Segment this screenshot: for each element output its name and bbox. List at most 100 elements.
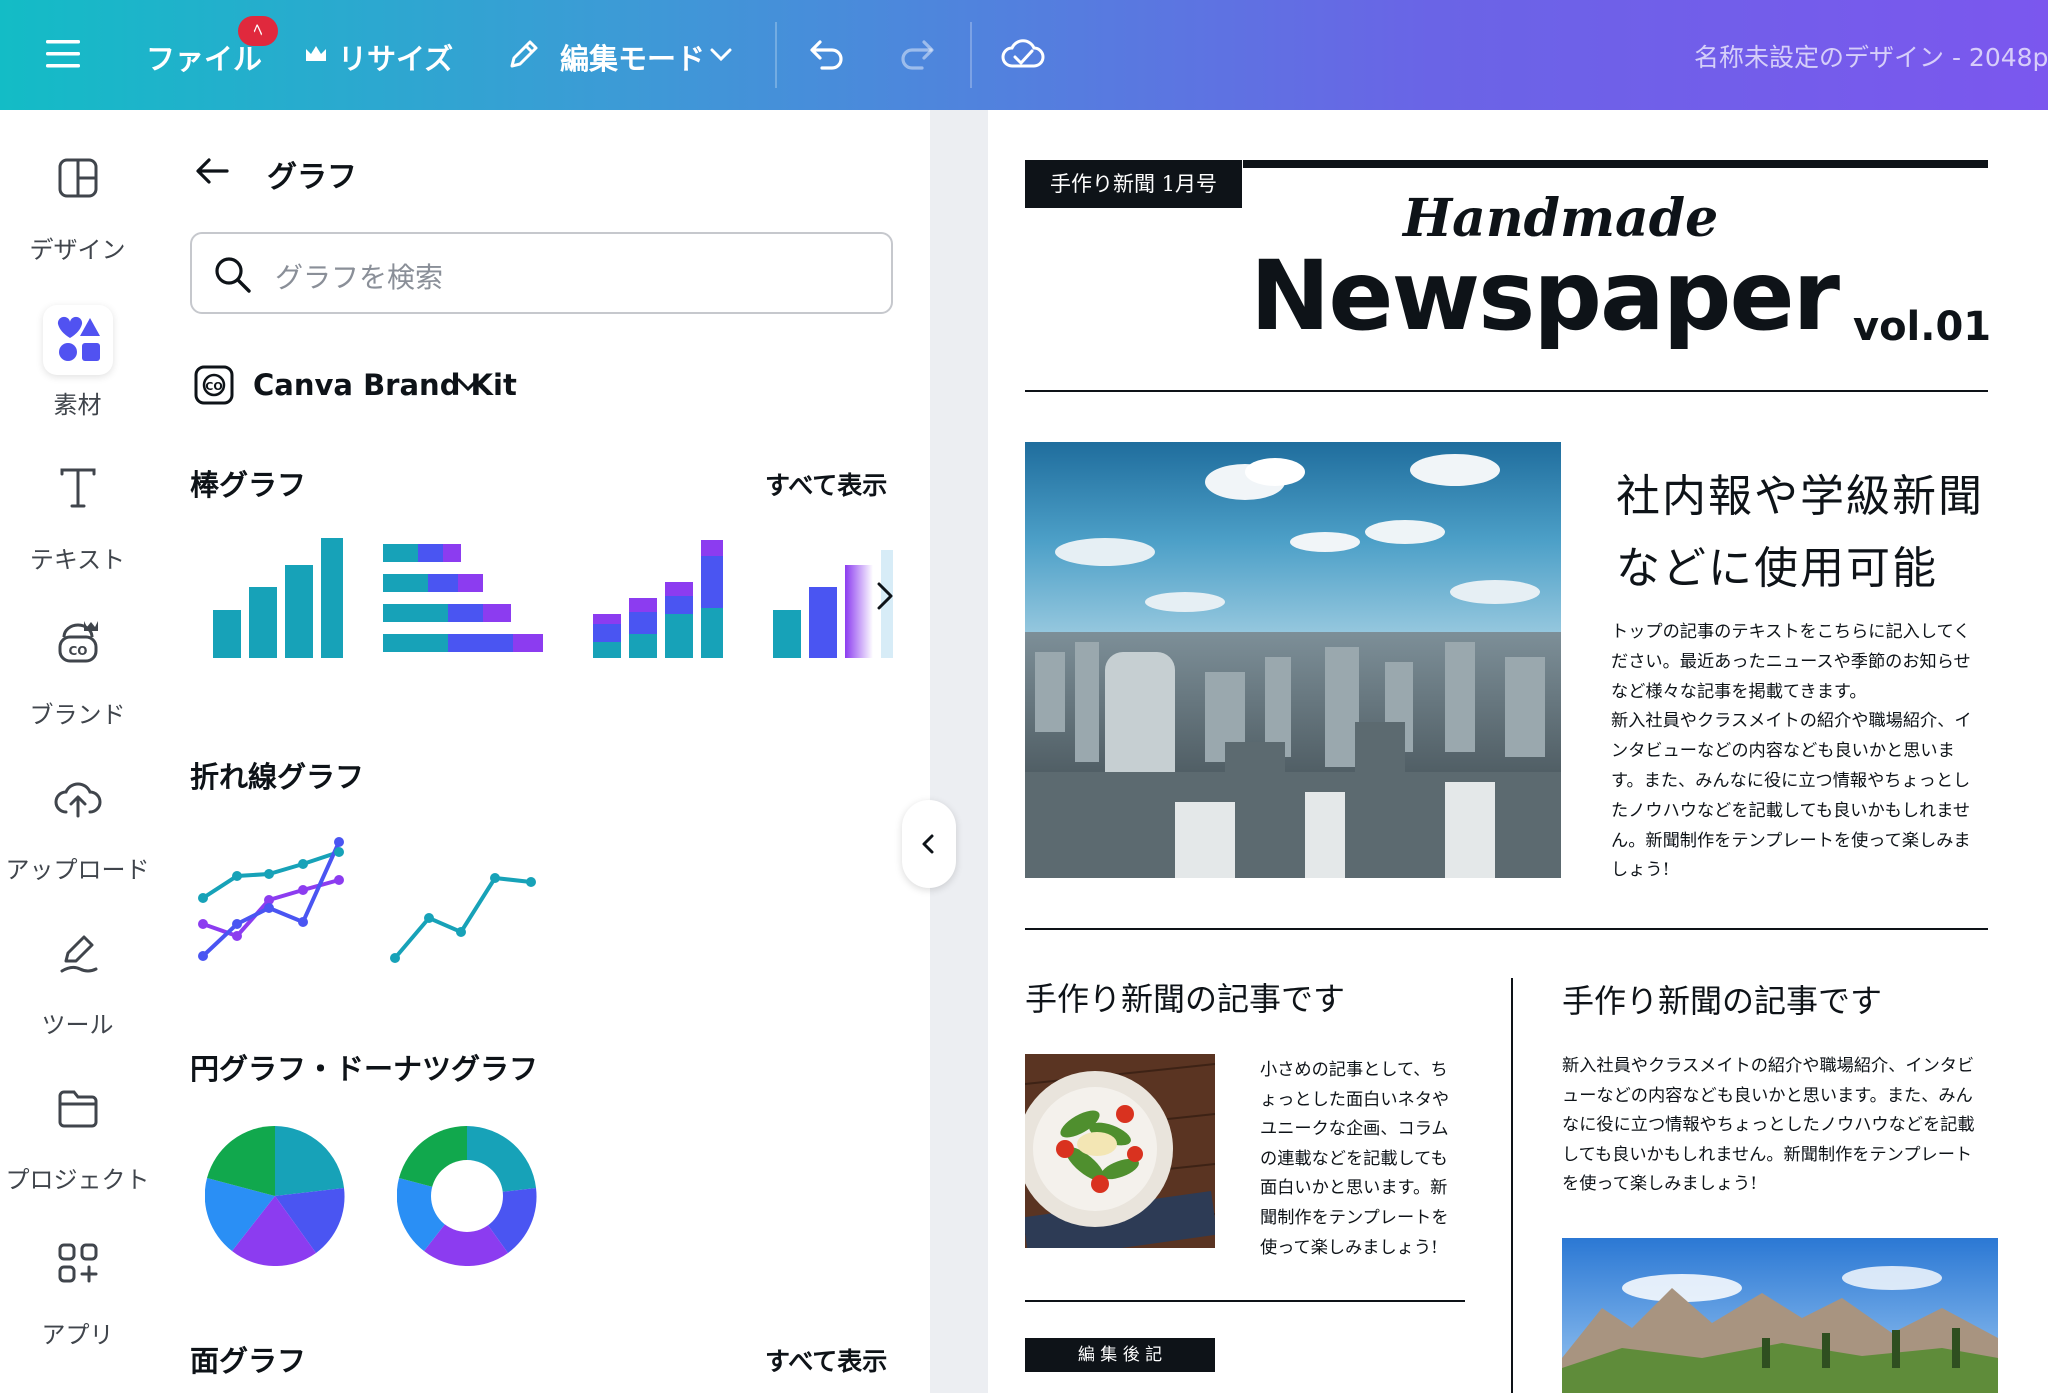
header-rule [1025, 390, 1988, 392]
body-line: 新入社員やクラスメイトの紹介や職場紹介、イ [1611, 711, 1972, 732]
brand-icon: CO [50, 615, 106, 671]
redo-icon[interactable] [896, 34, 936, 74]
chevron-down-icon [455, 374, 481, 394]
body-line: ユニークな企画、コラム [1260, 1119, 1449, 1140]
line-chart-thumb-multi[interactable] [195, 832, 365, 972]
rail-item-text[interactable]: テキスト [0, 460, 155, 600]
body-line: 小さめの記事として、ち [1260, 1060, 1448, 1080]
volume-label: vol.01 [1853, 304, 1992, 350]
design-canvas[interactable]: 手作り新聞 1月号 Handmade Newspaper vol.01 社内報や… [988, 110, 2048, 1393]
city-skyline-photo[interactable] [1025, 442, 1561, 878]
brand-kit-icon: CO [193, 364, 235, 406]
body-line: 新入社員やクラスメイトの紹介や職場紹介、インタビ [1562, 1056, 1975, 1076]
resize-button[interactable]: リサイズ [338, 36, 453, 78]
search-icon [212, 254, 254, 296]
section-rule [1025, 928, 1988, 930]
body-line: ださい。最近あったニュースや季節のお知らせ [1611, 651, 1971, 672]
pie-chart-thumb[interactable] [204, 1125, 345, 1267]
body-line: ょっとした面白いネタや [1260, 1089, 1450, 1110]
article-left-title: 手作り新聞の記事です [1025, 980, 1346, 1018]
issue-tag: 手作り新聞 1月号 [1025, 160, 1242, 208]
body-line: トップの記事のテキストをこちらに記入してく [1611, 622, 1971, 642]
masthead-rule [1243, 160, 1988, 168]
see-all-area[interactable]: すべて表示 [765, 1342, 887, 1378]
body-line: なに役に立つ情報やちょっとしたノウハウなどを記載 [1562, 1115, 1975, 1136]
article-right-body: 新入社員やクラスメイトの紹介や職場紹介、インタビ ューなどの内容なども良いかと思… [1562, 1052, 2002, 1200]
graph-panel: グラフ グラフを検索 CO Canva Brand Kit 棒グラフ すべて表示 [155, 110, 930, 1393]
svg-text:CO: CO [205, 380, 222, 393]
bar-chart-thumb-stacked[interactable] [583, 530, 729, 665]
side-rail: デザイン 素材 テキスト CO ブランド アップロード ツール プロジェクト ア… [0, 110, 155, 1393]
chevron-down-icon[interactable] [708, 44, 734, 64]
article-left-body: 小さめの記事として、ち ょっとした面白いネタや ユニークな企画、コラム の連載な… [1260, 1056, 1480, 1263]
column-divider [1511, 978, 1513, 1393]
toolbar-divider [775, 22, 777, 88]
donut-chart-thumb[interactable] [396, 1125, 537, 1267]
top-article-body: トップの記事のテキストをこちらに記入してく ださい。最近あったニュースや季節のお… [1611, 618, 2001, 886]
rail-item-upload[interactable]: アップロード [0, 770, 155, 910]
rail-label: 素材 [53, 391, 102, 419]
rail-label: デザイン [29, 236, 126, 264]
body-line: たノウハウなどを記載しても良いかもしれませ [1611, 800, 1971, 821]
collapse-panel-button[interactable] [902, 800, 956, 888]
rail-item-elements[interactable]: 素材 [0, 305, 155, 445]
body-line: ューなどの内容なども良いかと思います。また、みん [1562, 1085, 1973, 1106]
pencil-icon [506, 36, 542, 72]
rail-label: プロジェクト [5, 1166, 150, 1194]
rail-label: テキスト [29, 546, 126, 574]
panel-gutter [930, 110, 988, 1393]
back-arrow-icon[interactable] [193, 152, 231, 190]
text-icon [50, 460, 106, 516]
bar-chart-thumb-horizontal[interactable] [383, 530, 553, 665]
upload-icon [50, 770, 106, 826]
body-line: の連載などを記載しても [1260, 1148, 1448, 1169]
svg-text:CO: CO [68, 644, 87, 658]
rail-item-brand[interactable]: CO ブランド [0, 615, 155, 755]
edit-mode-dropdown[interactable]: 編集モード [560, 36, 705, 78]
headline-line-2: などに使用可能 [1616, 543, 1938, 594]
cloud-saved-icon[interactable] [1000, 34, 1046, 74]
rail-item-design[interactable]: デザイン [0, 150, 155, 290]
rail-label: ツール [41, 1011, 114, 1039]
section-title-line: 折れ線グラフ [190, 760, 365, 794]
rail-item-projects[interactable]: プロジェクト [0, 1080, 155, 1220]
crown-icon [304, 44, 328, 64]
body-line: ンタビューなどの内容なども良いかと思いま [1611, 741, 1955, 762]
article-right-title: 手作り新聞の記事です [1562, 982, 1883, 1020]
body-line: す。また、みんなに役に立つ情報やちょっとし [1611, 770, 1971, 791]
section-title-bar: 棒グラフ [190, 468, 307, 502]
pen-tool-icon [50, 925, 106, 981]
undo-icon[interactable] [808, 34, 848, 74]
body-line: を使って楽しみましょう! [1562, 1174, 1758, 1195]
rail-item-tools[interactable]: ツール [0, 925, 155, 1065]
section-title-area: 面グラフ [190, 1344, 307, 1378]
notification-badge: ﾍ [238, 16, 278, 46]
apps-icon [50, 1235, 106, 1291]
line-chart-thumb-single[interactable] [387, 832, 557, 972]
body-line: 聞制作をテンプレートを [1260, 1207, 1449, 1228]
bar-chart-thumb-vertical[interactable] [203, 530, 349, 665]
carousel-next-icon[interactable] [873, 578, 897, 614]
brand-kit-dropdown[interactable]: CO Canva Brand Kit [193, 360, 593, 410]
editor-note-tag: 編 集 後 記 [1025, 1338, 1215, 1372]
body-line: しても良いかもしれません。新聞制作をテンプレート [1562, 1144, 1973, 1165]
section-title-pie: 円グラフ・ドーナツグラフ [190, 1052, 539, 1086]
salad-photo[interactable] [1025, 1054, 1215, 1248]
article-left-rule [1025, 1300, 1465, 1302]
body-line: など様々な記事を掲載てきます。 [1611, 681, 1867, 702]
panel-title: グラフ [267, 160, 357, 195]
search-input[interactable]: グラフを検索 [190, 232, 893, 314]
rail-label: ブランド [29, 701, 126, 729]
document-title[interactable]: 名称未設定のデザイン - 2048p [1694, 38, 2048, 74]
rail-label: アプリ [41, 1321, 114, 1349]
mountain-landscape-photo[interactable] [1562, 1238, 1998, 1393]
shapes-icon [50, 312, 106, 368]
toolbar-divider [970, 22, 972, 88]
see-all-bar[interactable]: すべて表示 [765, 466, 887, 502]
rail-item-apps[interactable]: アプリ [0, 1235, 155, 1375]
headline-line-1: 社内報や学級新聞 [1616, 471, 1984, 522]
body-line: ん。新聞制作をテンプレートを使って楽しみま [1611, 830, 1971, 851]
body-line: しょう! [1611, 860, 1670, 881]
menu-icon[interactable] [46, 38, 84, 70]
folder-icon [50, 1080, 106, 1136]
